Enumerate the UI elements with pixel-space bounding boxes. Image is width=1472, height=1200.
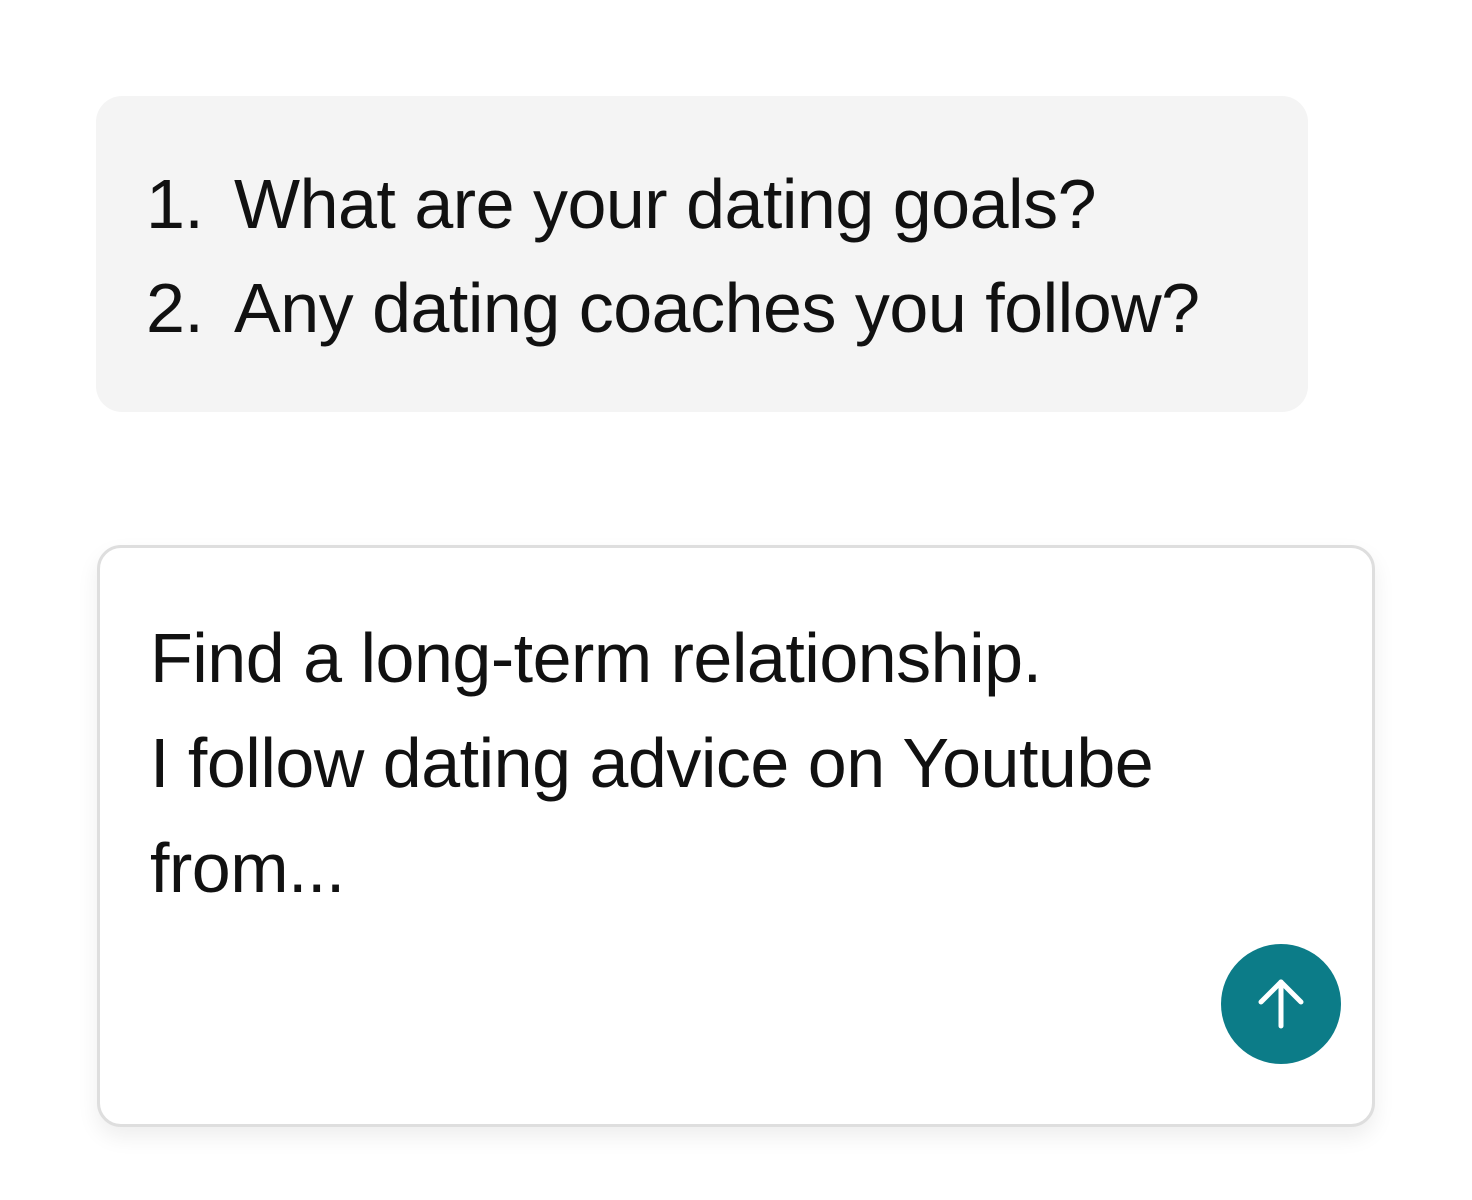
question-item: 1. What are your dating goals? — [146, 152, 1258, 256]
reply-line: I follow dating advice on Youtube — [150, 724, 1154, 802]
question-item-number: 2. — [146, 269, 204, 347]
reply-input[interactable]: Find a long-term relationship. I follow … — [97, 545, 1375, 1127]
arrow-up-icon — [1258, 979, 1304, 1029]
question-bubble: 1. What are your dating goals? 2. Any da… — [96, 96, 1308, 412]
question-item: 2. Any dating coaches you follow? — [146, 256, 1258, 360]
reply-line: Find a long-term relationship. — [150, 619, 1042, 697]
question-item-number: 1. — [146, 165, 204, 243]
send-button[interactable] — [1221, 944, 1341, 1064]
reply-line: from... — [150, 829, 345, 907]
question-item-text: What are your dating goals? — [234, 165, 1097, 243]
question-item-text: Any dating coaches you follow? — [234, 269, 1200, 347]
reply-input-text[interactable]: Find a long-term relationship. I follow … — [150, 606, 1250, 921]
